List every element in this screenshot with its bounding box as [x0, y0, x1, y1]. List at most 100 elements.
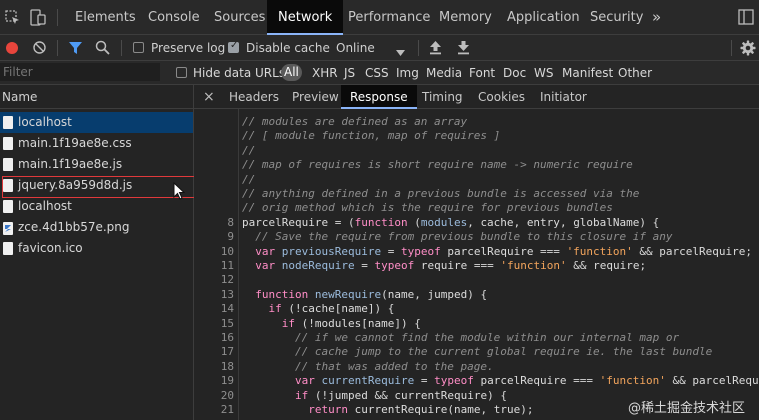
line-number: 9: [227, 230, 234, 244]
toolbar-divider: [418, 40, 419, 56]
line-number: 21: [220, 403, 234, 416]
code-line: // modules are defined as an array: [194, 115, 759, 129]
device-toolbar-icon[interactable]: [30, 9, 46, 29]
code-line: //: [194, 173, 759, 187]
name-column-header[interactable]: Name: [0, 85, 194, 109]
request-row[interactable]: localhost: [0, 112, 193, 133]
code-line: // map of requires is short require name…: [194, 158, 759, 172]
throttling-select[interactable]: Online: [336, 35, 375, 61]
code-text: //: [242, 172, 256, 186]
inspect-element-icon[interactable]: [5, 10, 20, 28]
request-row[interactable]: localhost: [0, 196, 193, 217]
code-line: // [ module function, map of requires ]: [194, 129, 759, 143]
toolbar-divider: [121, 40, 122, 56]
tab-security[interactable]: Security: [590, 0, 643, 35]
code-line: 16 // if we cannot find the module withi…: [194, 331, 759, 345]
line-number: 12: [220, 273, 234, 287]
filter-type-media[interactable]: Media: [426, 61, 462, 85]
code-line: 10 var previousRequire = typeof parcelRe…: [194, 245, 759, 259]
filter-type-doc[interactable]: Doc: [503, 61, 526, 85]
tabbar-divider: [57, 9, 58, 26]
line-number: 15: [220, 316, 234, 330]
code-text: if (!cache[name]) {: [268, 302, 395, 316]
filter-type-css[interactable]: CSS: [365, 61, 389, 85]
request-name: localhost: [18, 115, 72, 129]
tab-memory[interactable]: Memory: [439, 0, 492, 35]
disable-cache-checkbox[interactable]: [228, 40, 239, 53]
highlight-box: [2, 176, 198, 198]
code-line: 8 parcelRequire = (function (modules, cac…: [194, 216, 759, 230]
request-detail-panel: × Headers Preview Response Timing Cookie…: [194, 85, 759, 420]
filter-type-font[interactable]: Font: [469, 61, 495, 85]
tab-performance[interactable]: Performance: [348, 0, 430, 35]
export-har-icon[interactable]: [457, 40, 470, 58]
filter-bar: Hide data URLs All XHR JS CSS Img Media …: [0, 61, 759, 85]
preserve-log-label[interactable]: Preserve log: [151, 35, 225, 61]
tab-cookies[interactable]: Cookies: [478, 85, 525, 109]
request-row[interactable]: main.1f19ae8e.js: [0, 154, 193, 175]
filter-funnel-icon[interactable]: [68, 41, 83, 58]
tab-elements[interactable]: Elements: [75, 0, 136, 35]
response-code-view[interactable]: // modules are defined as an array// [ m…: [194, 109, 759, 420]
filter-type-manifest[interactable]: Manifest: [562, 61, 613, 85]
hide-data-urls-checkbox[interactable]: [176, 67, 187, 78]
more-tabs-button[interactable]: »: [652, 0, 661, 35]
code-line: 19 var currentRequire = typeof parcelReq…: [194, 374, 759, 388]
filter-type-xhr[interactable]: XHR: [312, 61, 338, 85]
code-text: // that was added to the page.: [294, 359, 494, 373]
record-icon[interactable]: [5, 41, 19, 58]
close-icon[interactable]: ×: [203, 85, 215, 109]
tab-timing[interactable]: Timing: [422, 85, 463, 109]
tab-preview[interactable]: Preview: [292, 85, 339, 109]
mouse-pointer-icon: [173, 181, 186, 203]
request-row[interactable]: favicon.ico: [0, 238, 193, 259]
tab-network[interactable]: Network: [267, 0, 344, 35]
detail-tab-bar: × Headers Preview Response Timing Cookie…: [194, 85, 759, 109]
toolbar-divider: [731, 40, 732, 56]
tab-response[interactable]: Response: [341, 85, 417, 109]
code-line: // orig method which is the require for …: [194, 201, 759, 215]
file-icon: [3, 137, 13, 150]
request-name: main.1f19ae8e.css: [18, 136, 132, 150]
disable-cache-label[interactable]: Disable cache: [246, 35, 330, 61]
code-line: 11 var nodeRequire = typeof require === …: [194, 259, 759, 273]
code-text: var previousRequire = typeof parcelRequi…: [255, 244, 753, 258]
filter-type-all[interactable]: All: [281, 64, 302, 81]
filter-type-other[interactable]: Other: [618, 61, 652, 85]
dock-side-icon[interactable]: [738, 9, 754, 28]
code-line: 18 // that was added to the page.: [194, 360, 759, 374]
filter-type-ws[interactable]: WS: [534, 61, 553, 85]
tab-sources[interactable]: Sources: [214, 0, 265, 35]
code-line: 17 // cache jump to the current global r…: [194, 345, 759, 359]
request-row[interactable]: main.1f19ae8e.css: [0, 133, 193, 154]
filter-type-js[interactable]: JS: [344, 61, 355, 85]
code-text: parcelRequire = (function (modules, cach…: [242, 215, 660, 229]
preserve-log-checkbox[interactable]: [133, 42, 144, 53]
tab-initiator[interactable]: Initiator: [540, 85, 587, 109]
line-number: 19: [220, 374, 234, 388]
code-line: 9 // Save the require from previous bund…: [194, 230, 759, 244]
network-toolbar: Preserve log Disable cache Online: [0, 35, 759, 61]
request-row[interactable]: zce.4d1bb57e.png: [0, 217, 193, 238]
tab-headers[interactable]: Headers: [229, 85, 279, 109]
code-text: // modules are defined as an array: [242, 115, 468, 128]
chevron-down-icon[interactable]: [396, 45, 405, 59]
line-number: 18: [220, 359, 234, 373]
file-icon: [3, 158, 13, 171]
search-icon[interactable]: [95, 40, 110, 58]
tab-console[interactable]: Console: [148, 0, 200, 35]
devtools-tab-bar: Elements Console Sources Network Perform…: [0, 0, 759, 35]
hide-data-urls-label[interactable]: Hide data URLs: [193, 61, 285, 85]
import-har-icon[interactable]: [429, 40, 442, 58]
tab-application[interactable]: Application: [507, 0, 580, 35]
code-text: if (!jumped && currentRequire) {: [294, 388, 507, 402]
filter-input[interactable]: [0, 63, 160, 81]
code-text: //: [242, 143, 256, 157]
code-text: // orig method which is the require for …: [242, 201, 613, 215]
code-text: // if we cannot find the module within o…: [294, 331, 680, 344]
gear-icon[interactable]: [740, 40, 756, 59]
code-text: var currentRequire = typeof parcelRequir…: [294, 374, 759, 388]
clear-icon[interactable]: [32, 40, 47, 58]
watermark: @稀土掘金技术社区: [627, 401, 745, 416]
filter-type-img[interactable]: Img: [396, 61, 419, 85]
